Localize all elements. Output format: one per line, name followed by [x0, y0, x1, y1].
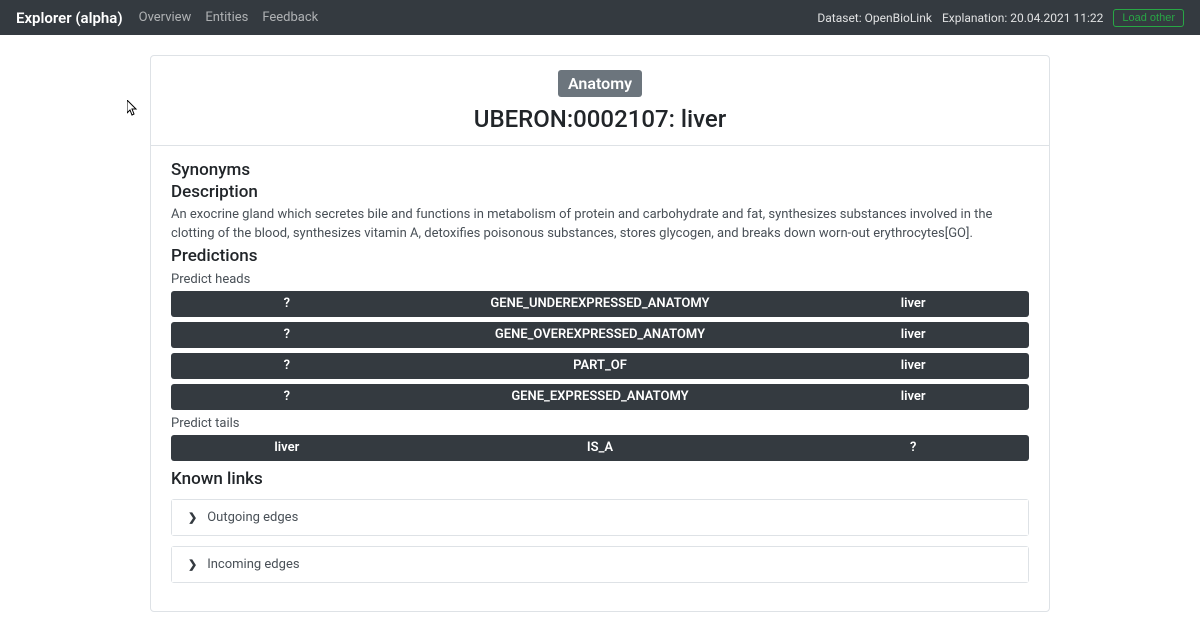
pred-head: ?: [171, 291, 403, 317]
synonyms-heading: Synonyms: [171, 160, 1029, 180]
predict-heads-label: Predict heads: [171, 272, 1029, 287]
incoming-edges-label: Incoming edges: [207, 557, 299, 572]
predictions-heading: Predictions: [171, 246, 1029, 266]
nav-link-entities[interactable]: Entities: [205, 10, 248, 25]
description-heading: Description: [171, 182, 1029, 202]
load-other-button[interactable]: Load other: [1113, 9, 1184, 27]
explanation-label: Explanation: 20.04.2021 11:22: [942, 11, 1103, 25]
card-header: Anatomy UBERON:0002107: liver: [151, 56, 1049, 146]
predict-head-row[interactable]: ? GENE_EXPRESSED_ANATOMY liver: [171, 384, 1029, 410]
chevron-right-icon: ❯: [188, 558, 197, 571]
navbar-right: Dataset: OpenBioLink Explanation: 20.04.…: [817, 9, 1184, 27]
accordion-header-incoming[interactable]: ❯ Incoming edges: [172, 547, 1028, 582]
predict-head-row[interactable]: ? GENE_OVEREXPRESSED_ANATOMY liver: [171, 322, 1029, 348]
pred-rel: GENE_EXPRESSED_ANATOMY: [403, 384, 798, 410]
incoming-edges-accordion[interactable]: ❯ Incoming edges: [171, 546, 1029, 583]
pred-head: ?: [171, 384, 403, 410]
app-brand[interactable]: Explorer (alpha): [16, 9, 123, 27]
entity-card: Anatomy UBERON:0002107: liver Synonyms D…: [150, 55, 1050, 612]
pred-rel: IS_A: [403, 435, 798, 461]
predict-tail-row[interactable]: liver IS_A ?: [171, 435, 1029, 461]
pred-rel: GENE_UNDEREXPRESSED_ANATOMY: [403, 291, 798, 317]
outgoing-edges-accordion[interactable]: ❯ Outgoing edges: [171, 499, 1029, 536]
nav-link-overview[interactable]: Overview: [139, 10, 192, 25]
pred-rel: PART_OF: [403, 353, 798, 379]
predict-head-row[interactable]: ? GENE_UNDEREXPRESSED_ANATOMY liver: [171, 291, 1029, 317]
pred-tail: liver: [797, 322, 1029, 348]
accordion-header-outgoing[interactable]: ❯ Outgoing edges: [172, 500, 1028, 535]
predict-tails-label: Predict tails: [171, 416, 1029, 431]
nav-link-feedback[interactable]: Feedback: [262, 10, 318, 25]
known-links-heading: Known links: [171, 469, 1029, 489]
navbar-left: Explorer (alpha) Overview Entities Feedb…: [16, 9, 318, 27]
predict-head-row[interactable]: ? PART_OF liver: [171, 353, 1029, 379]
pred-head: ?: [171, 353, 403, 379]
pred-tail: liver: [797, 384, 1029, 410]
pred-head: liver: [171, 435, 403, 461]
pred-tail: liver: [797, 291, 1029, 317]
navbar: Explorer (alpha) Overview Entities Feedb…: [0, 0, 1200, 35]
cursor-icon: [127, 100, 139, 120]
pred-tail: ?: [797, 435, 1029, 461]
card-body: Synonyms Description An exocrine gland w…: [151, 146, 1049, 611]
pred-head: ?: [171, 322, 403, 348]
pred-rel: GENE_OVEREXPRESSED_ANATOMY: [403, 322, 798, 348]
pred-tail: liver: [797, 353, 1029, 379]
chevron-right-icon: ❯: [188, 511, 197, 524]
description-text: An exocrine gland which secretes bile an…: [171, 206, 1029, 244]
navbar-links: Overview Entities Feedback: [139, 10, 319, 25]
outgoing-edges-label: Outgoing edges: [207, 510, 298, 525]
entity-title: UBERON:0002107: liver: [171, 105, 1029, 133]
dataset-label: Dataset: OpenBioLink: [817, 11, 932, 25]
category-badge: Anatomy: [558, 70, 642, 97]
